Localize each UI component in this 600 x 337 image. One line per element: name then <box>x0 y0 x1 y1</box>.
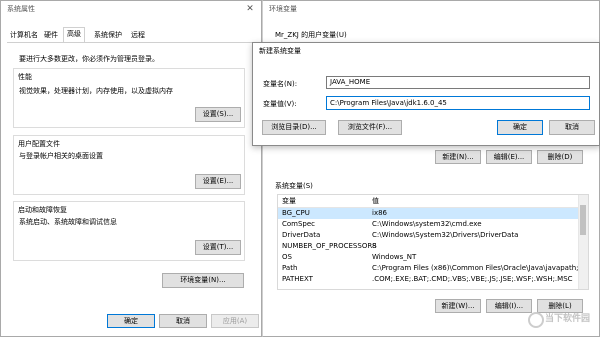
variable-value-field[interactable]: C:\Program Files\Java\jdk1.6.0_45 <box>326 96 590 110</box>
performance-title: 性能 <box>18 73 32 81</box>
cancel-button[interactable]: 取消 <box>159 314 207 328</box>
user-edit-button[interactable]: 编辑(E)... <box>486 150 532 164</box>
system-new-button[interactable]: 新建(W)... <box>435 299 481 313</box>
variable-name: DriverData <box>282 231 321 239</box>
new-system-variable-title: 新建系统变量 <box>259 47 301 55</box>
system-edit-button[interactable]: 编辑(I)... <box>486 299 532 313</box>
tab-computer-name[interactable]: 计算机名 <box>7 29 41 42</box>
startup-settings-button[interactable]: 设置(T)... <box>195 240 241 255</box>
variable-name-label: 变量名(N): <box>263 80 298 88</box>
variable-name: PATHEXT <box>282 275 313 283</box>
profiles-settings-button[interactable]: 设置(E)... <box>195 174 241 189</box>
variable-value: C:\Program Files (x86)\Common Files\Orac… <box>372 264 589 272</box>
variable-name-field[interactable]: JAVA_HOME <box>326 76 590 89</box>
new-system-variable-dialog: 新建系统变量 变量名(N): JAVA_HOME 变量值(V): C:\Prog… <box>252 42 600 146</box>
performance-desc: 视觉效果，处理器计划，内存使用，以及虚拟内存 <box>19 87 173 95</box>
watermark-logo-icon <box>528 312 544 328</box>
system-variables-label: 系统变量(S) <box>275 182 313 190</box>
browse-file-button[interactable]: 浏览文件(F)... <box>338 120 402 135</box>
profiles-group: 用户配置文件 与登录帐户相关的桌面设置 设置(E)... <box>13 135 245 195</box>
variable-name: NUMBER_OF_PROCESSORS <box>282 242 377 250</box>
profiles-title: 用户配置文件 <box>18 140 60 148</box>
variable-value: C:\Windows\system32\cmd.exe <box>372 220 482 228</box>
variable-value: ix86 <box>372 209 387 217</box>
environment-variables-title: 环境变量 <box>269 5 297 13</box>
variable-value: C:\Windows\System32\Drivers\DriverData <box>372 231 519 239</box>
tab-system-protection[interactable]: 系统保护 <box>91 29 125 42</box>
watermark-text: 当下软件园 <box>545 314 591 324</box>
list-scrollbar[interactable] <box>578 195 588 289</box>
system-properties-title: 系统属性 <box>7 5 35 13</box>
apply-button[interactable]: 应用(A) <box>211 314 259 328</box>
system-variables-list[interactable]: 变量 值 BG_CPU ix86 ComSpec C:\Windows\syst… <box>277 194 589 290</box>
tab-advanced[interactable]: 高级 <box>63 27 85 43</box>
tab-remote[interactable]: 远程 <box>128 29 148 42</box>
column-header-variable[interactable]: 变量 <box>282 196 296 207</box>
table-row[interactable]: NUMBER_OF_PROCESSORS 8 <box>278 241 578 252</box>
tab-hardware[interactable]: 硬件 <box>41 29 61 42</box>
column-header-value[interactable]: 值 <box>372 196 379 207</box>
dialog-cancel-button[interactable]: 取消 <box>549 120 595 135</box>
user-new-button[interactable]: 新建(N)... <box>435 150 481 164</box>
close-icon[interactable]: ✕ <box>239 1 261 17</box>
performance-group: 性能 视觉效果，处理器计划，内存使用，以及虚拟内存 设置(S)... <box>13 68 245 128</box>
user-variables-label: Mr_ZKJ 的用户变量(U) <box>275 31 347 39</box>
startup-group: 启动和故障恢复 系统启动、系统故障和调试信息 设置(T)... <box>13 201 245 261</box>
user-delete-button[interactable]: 删除(D) <box>537 150 583 164</box>
admin-note: 要进行大多数更改，你必须作为管理员登录。 <box>19 55 159 63</box>
variable-value: .COM;.EXE;.BAT;.CMD;.VBS;.VBE;.JS;.JSE;.… <box>372 275 573 283</box>
variable-name: Path <box>282 264 298 272</box>
variable-value: Windows_NT <box>372 253 417 261</box>
variable-value: 8 <box>372 242 377 250</box>
ok-button[interactable]: 确定 <box>107 314 155 328</box>
startup-desc: 系统启动、系统故障和调试信息 <box>19 218 117 226</box>
startup-title: 启动和故障恢复 <box>18 206 67 214</box>
table-row[interactable]: BG_CPU ix86 <box>278 208 578 219</box>
list-header: 变量 值 <box>278 196 578 208</box>
watermark: 当下软件园 <box>528 310 600 334</box>
system-properties-window: 系统属性 ✕ 计算机名 硬件 高级 系统保护 远程 要进行大多数更改，你必须作为… <box>0 0 262 337</box>
variable-name: OS <box>282 253 292 261</box>
performance-settings-button[interactable]: 设置(S)... <box>195 107 241 122</box>
environment-variables-button[interactable]: 环境变量(N)... <box>162 273 244 288</box>
table-row[interactable]: PATHEXT .COM;.EXE;.BAT;.CMD;.VBS;.VBE;.J… <box>278 274 578 285</box>
table-row[interactable]: ComSpec C:\Windows\system32\cmd.exe <box>278 219 578 230</box>
scrollbar-thumb[interactable] <box>580 205 586 235</box>
variable-name: BG_CPU <box>282 209 310 217</box>
table-row[interactable]: OS Windows_NT <box>278 252 578 263</box>
variable-name: ComSpec <box>282 220 316 228</box>
table-row[interactable]: DriverData C:\Windows\System32\Drivers\D… <box>278 230 578 241</box>
variable-value-label: 变量值(V): <box>263 100 297 108</box>
dialog-ok-button[interactable]: 确定 <box>497 120 543 135</box>
browse-directory-button[interactable]: 浏览目录(D)... <box>262 120 326 135</box>
table-row[interactable]: Path C:\Program Files (x86)\Common Files… <box>278 263 588 274</box>
profiles-desc: 与登录帐户相关的桌面设置 <box>19 152 103 160</box>
